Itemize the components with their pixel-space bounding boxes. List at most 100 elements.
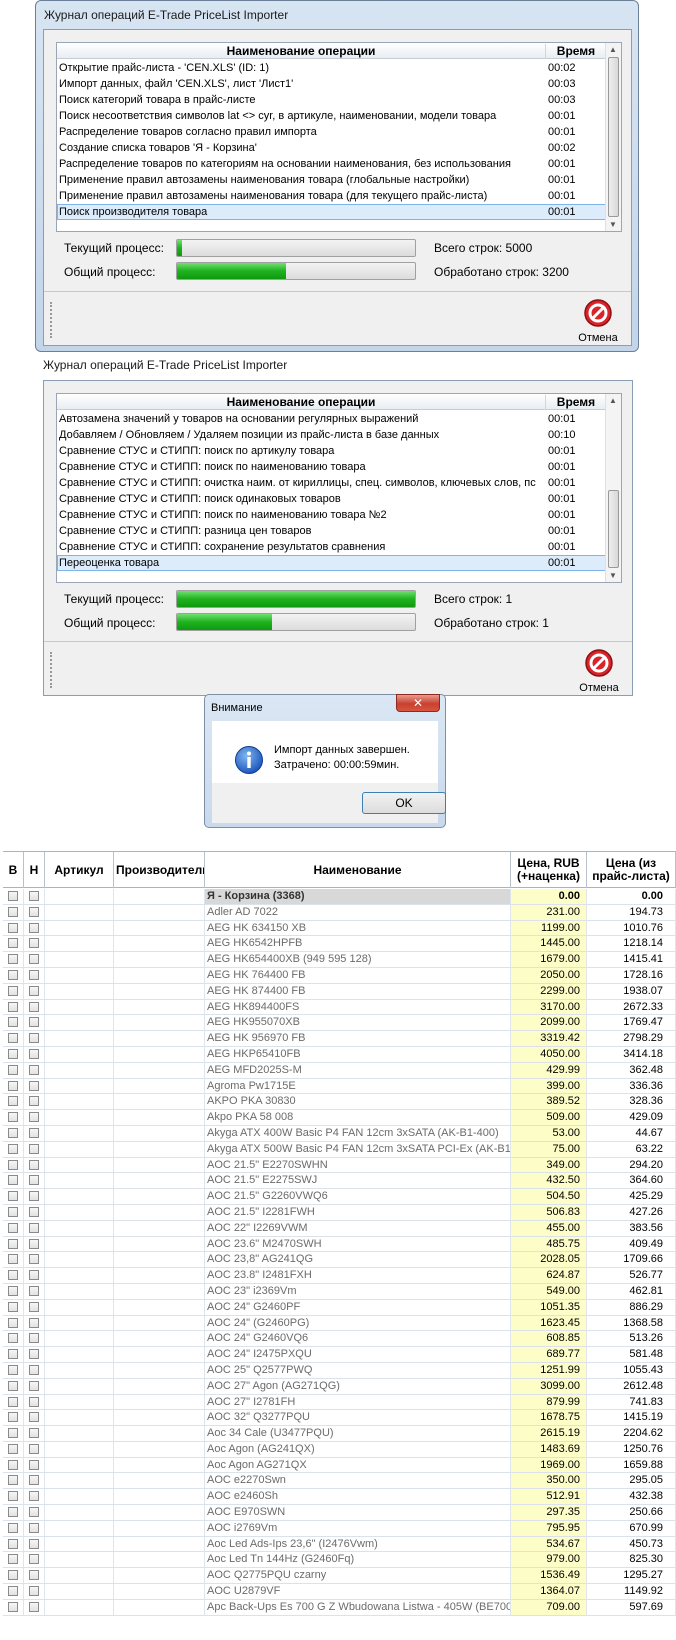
checkbox-h[interactable] xyxy=(29,1191,39,1202)
cell-manufacturer[interactable] xyxy=(114,1046,205,1062)
cell-name[interactable]: AOC 23" i2369Vm xyxy=(205,1283,511,1299)
checkbox-h[interactable] xyxy=(29,985,39,996)
cell-price-list[interactable]: 1938.07 xyxy=(587,983,676,999)
cell-price-list[interactable]: 250.66 xyxy=(587,1505,676,1520)
cell-manufacturer[interactable] xyxy=(114,999,205,1015)
checkbox-b[interactable] xyxy=(8,1586,18,1597)
table-row[interactable]: AEG HK654400XB (949 595 128) 1679.00 1415.… xyxy=(3,952,676,968)
cell-price-markup[interactable]: 879.99 xyxy=(511,1394,587,1410)
cell-article[interactable] xyxy=(45,1252,114,1268)
cell-name[interactable]: AKPO PKA 30830 xyxy=(205,1094,511,1110)
checkbox-b[interactable] xyxy=(8,1459,18,1470)
cell-price-list[interactable]: 1149.92 xyxy=(587,1584,676,1599)
table-row[interactable]: AOC e2460Sh 512.91 432.38 xyxy=(3,1489,676,1506)
checkbox-h[interactable] xyxy=(29,922,39,933)
cell-name[interactable]: AOC 32" Q3277PQU xyxy=(205,1410,511,1426)
cell-name[interactable]: Agroma Pw1715E xyxy=(205,1078,511,1094)
cell-manufacturer[interactable] xyxy=(114,967,205,983)
checkbox-b[interactable] xyxy=(8,1175,18,1186)
cell-article[interactable] xyxy=(45,1552,114,1568)
cell-price-markup[interactable]: 624.87 xyxy=(511,1268,587,1283)
cell-price-markup[interactable]: 1251.99 xyxy=(511,1362,587,1378)
checkbox-b[interactable] xyxy=(8,1538,18,1549)
cell-name[interactable]: AOC 25" Q2577PWQ xyxy=(205,1362,511,1378)
cell-article[interactable] xyxy=(45,1584,114,1599)
cell-manufacturer[interactable] xyxy=(114,1347,205,1362)
cell-price-markup[interactable]: 1969.00 xyxy=(511,1457,587,1473)
table-row[interactable]: AOC 24" G2460VQ6 608.85 513.26 xyxy=(3,1331,676,1348)
cell-name[interactable]: AEG HK894400FS xyxy=(205,999,511,1015)
cell-price-list[interactable]: 425.29 xyxy=(587,1189,676,1204)
cell-price-list[interactable]: 741.83 xyxy=(587,1394,676,1410)
checkbox-b[interactable] xyxy=(8,1412,18,1423)
cell-manufacturer[interactable] xyxy=(114,1441,205,1457)
cell-price-list[interactable]: 1368.58 xyxy=(587,1315,676,1331)
cell-price-list[interactable]: 44.67 xyxy=(587,1125,676,1141)
cell-name[interactable]: AEG HK 764400 FB xyxy=(205,967,511,983)
ok-button[interactable]: OK xyxy=(362,792,446,814)
cell-article[interactable] xyxy=(45,1457,114,1473)
cell-name[interactable]: AEG HK6542HPFB xyxy=(205,936,511,952)
cell-name[interactable]: AOC e2460Sh xyxy=(205,1489,511,1505)
operation-row[interactable]: Сравнение СТУС и СТИПП: поиск по наимено… xyxy=(57,459,606,475)
table-row[interactable]: AOC 24" (G2460PG) 1623.45 1368.58 xyxy=(3,1315,676,1332)
table-row[interactable]: AEG HK894400FS 3170.00 2672.33 xyxy=(3,999,676,1016)
cell-name[interactable]: Apc Back-Ups Es 700 G Z Wbudowana Listwa… xyxy=(205,1599,511,1615)
cell-article[interactable] xyxy=(45,1520,114,1536)
cell-manufacturer[interactable] xyxy=(114,1584,205,1599)
column-header-article[interactable]: Артикул xyxy=(45,852,114,888)
cell-name[interactable]: AOC 27" I2781FH xyxy=(205,1394,511,1410)
cell-price-markup[interactable]: 2028.05 xyxy=(511,1252,587,1268)
cell-name[interactable]: AOC Q2775PQU czarny xyxy=(205,1568,511,1584)
cancel-button[interactable]: Отмена xyxy=(576,648,622,694)
checkbox-h[interactable] xyxy=(29,1491,39,1502)
cell-price-list[interactable]: 462.81 xyxy=(587,1283,676,1299)
cell-price-markup[interactable]: 231.00 xyxy=(511,904,587,920)
cell-manufacturer[interactable] xyxy=(114,1426,205,1441)
cell-name[interactable]: Aoc Led Ads-Ips 23,6" (I2476Vwm) xyxy=(205,1536,511,1552)
checkbox-h[interactable] xyxy=(29,1349,39,1360)
cell-manufacturer[interactable] xyxy=(114,920,205,936)
checkbox-h[interactable] xyxy=(29,1048,39,1059)
operations-list[interactable]: Наименование операции Время Открытие пра… xyxy=(56,42,622,232)
operation-row[interactable]: Автозамена значений у товаров на основан… xyxy=(57,411,606,427)
checkbox-h[interactable] xyxy=(29,1538,39,1549)
checkbox-b[interactable] xyxy=(8,1428,18,1439)
checkbox-b[interactable] xyxy=(8,1080,18,1091)
column-header-manufacturer[interactable]: Производитель xyxy=(114,852,205,888)
checkbox-b[interactable] xyxy=(8,1570,18,1581)
cell-price-markup[interactable]: 53.00 xyxy=(511,1125,587,1141)
cell-price-markup[interactable]: 1483.69 xyxy=(511,1441,587,1457)
checkbox-b[interactable] xyxy=(8,1349,18,1360)
cell-price-list[interactable]: 1055.43 xyxy=(587,1362,676,1378)
cell-price-markup[interactable]: 509.00 xyxy=(511,1110,587,1125)
table-row[interactable]: AOC 23.6" M2470SWH 485.75 409.49 xyxy=(3,1236,676,1253)
cell-price-markup[interactable]: 432.50 xyxy=(511,1173,587,1189)
cell-price-markup[interactable]: 504.50 xyxy=(511,1189,587,1204)
category-row[interactable]: Я - Корзина (3368) 0.00 0.00 xyxy=(3,889,676,905)
checkbox-h[interactable] xyxy=(29,1238,39,1249)
table-row[interactable]: AOC E970SWN 297.35 250.66 xyxy=(3,1505,676,1521)
cell-price-markup[interactable]: 506.83 xyxy=(511,1204,587,1220)
cell-manufacturer[interactable] xyxy=(114,1489,205,1505)
cell-article[interactable] xyxy=(45,1094,114,1110)
cell-article[interactable] xyxy=(45,1078,114,1094)
cell-name[interactable]: AOC 24" G2460PF xyxy=(205,1299,511,1315)
cell-name[interactable]: AEG HK654400XB (949 595 128) xyxy=(205,952,511,967)
cell-article[interactable] xyxy=(45,1505,114,1520)
checkbox-b[interactable] xyxy=(8,1333,18,1344)
column-header-operation[interactable]: Наименование операции xyxy=(57,395,546,410)
operation-row[interactable]: Сравнение СТУС и СТИПП: разница цен това… xyxy=(57,523,606,539)
cell-price-list[interactable]: 429.09 xyxy=(587,1110,676,1125)
cell-manufacturer[interactable] xyxy=(114,1315,205,1331)
cell-manufacturer[interactable] xyxy=(114,1157,205,1173)
cell-price-list[interactable]: 886.29 xyxy=(587,1299,676,1315)
checkbox-b[interactable] xyxy=(8,1096,18,1107)
cell-name[interactable]: AOC U2879VF xyxy=(205,1584,511,1599)
cell-manufacturer[interactable] xyxy=(114,1031,205,1046)
operation-row[interactable]: Добавляем / Обновляем / Удаляем позиции … xyxy=(57,427,606,443)
cell-price-list[interactable]: 427.26 xyxy=(587,1204,676,1220)
cell-price-markup[interactable]: 795.95 xyxy=(511,1520,587,1536)
checkbox-h[interactable] xyxy=(29,1270,39,1281)
cell-price-list[interactable]: 581.48 xyxy=(587,1347,676,1362)
